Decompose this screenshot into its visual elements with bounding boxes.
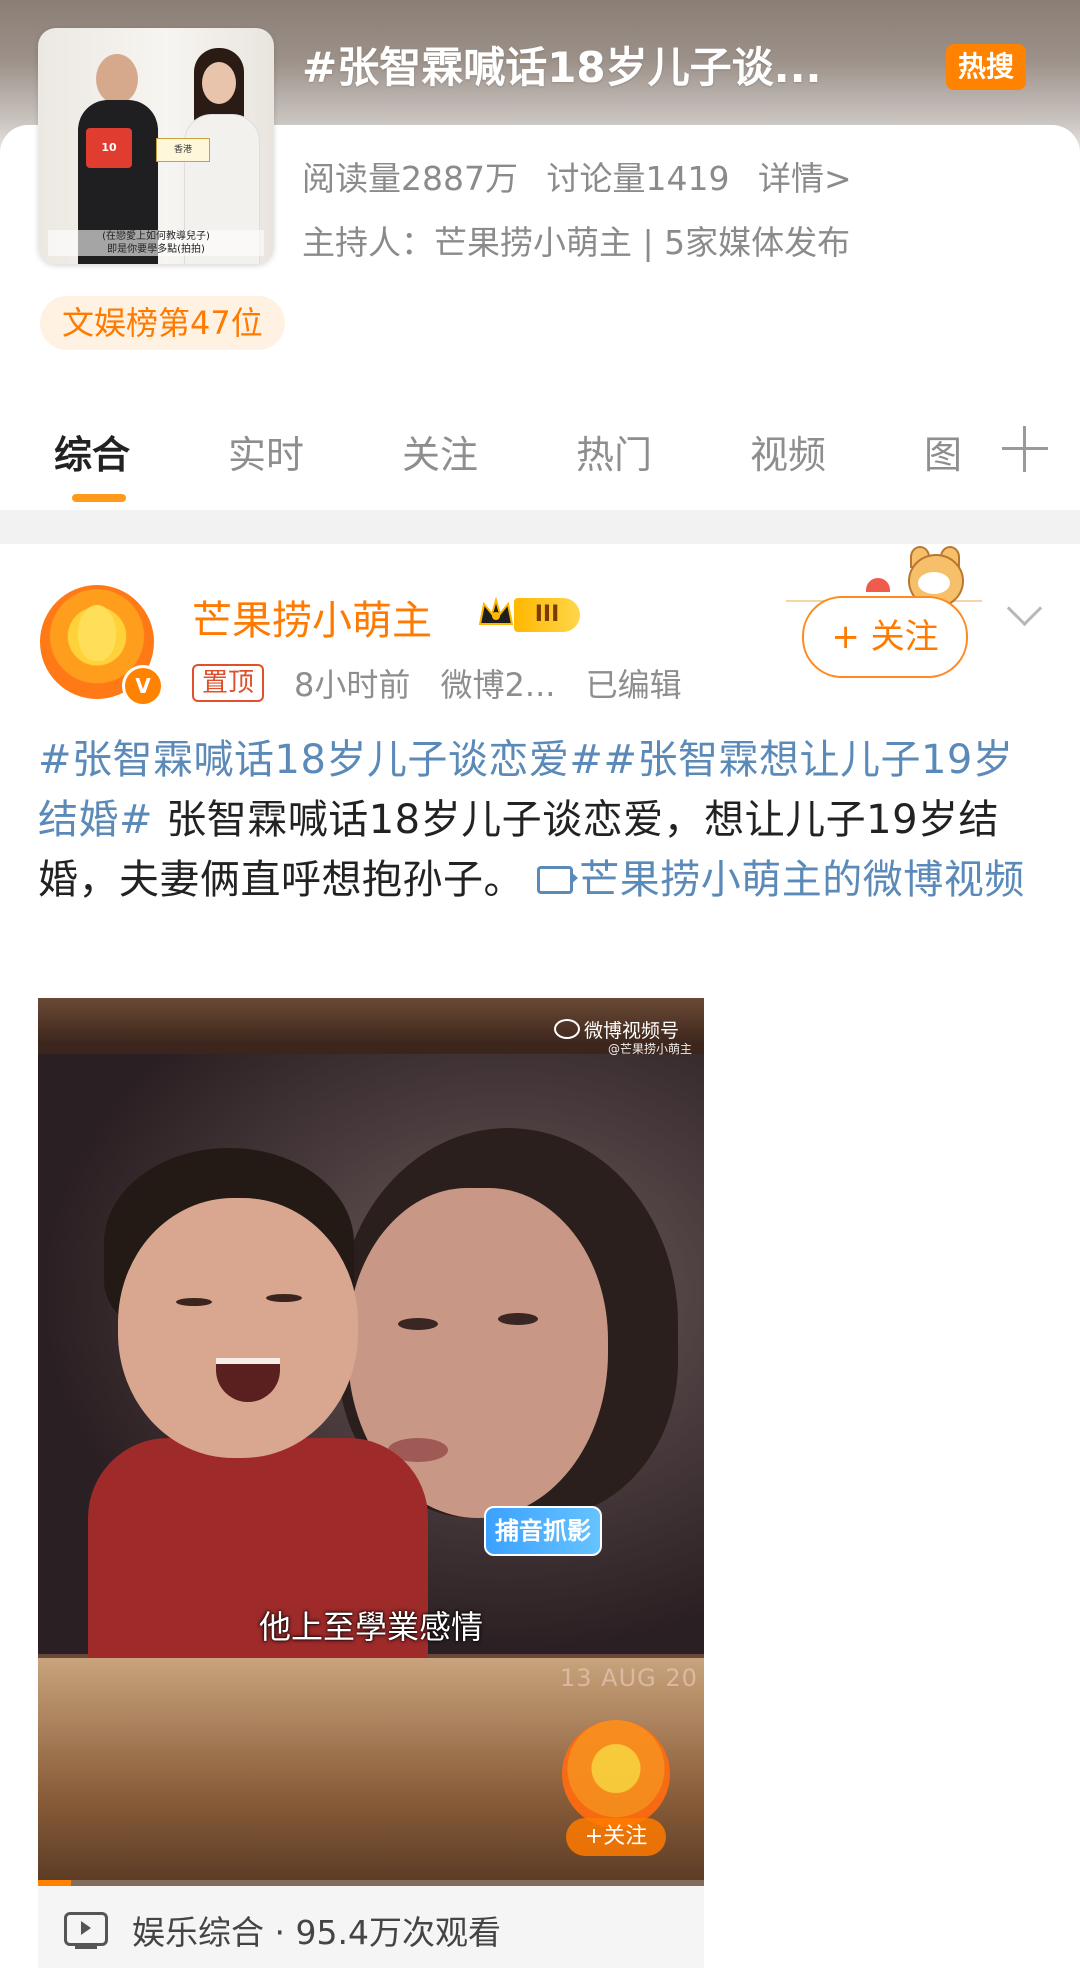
post-time: 8小时前 (294, 666, 411, 704)
video-child-eye (266, 1294, 302, 1302)
tab-fade (960, 410, 1000, 508)
user-avatar[interactable]: V (40, 585, 164, 707)
topic-stats: 阅读量2887万 讨论量1419 详情> (302, 152, 870, 200)
tab-comprehensive[interactable]: 综合 (54, 424, 130, 479)
photo-date-stamp: 13 AUG 20 (560, 1664, 698, 1692)
video-link[interactable]: 芒果捞小萌主的微博视频 (537, 857, 1025, 903)
details-link[interactable]: 详情> (758, 159, 852, 198)
pinned-badge: 置顶 (192, 664, 265, 702)
weibo-logo-icon (554, 1019, 580, 1039)
follow-button[interactable]: + 关注 (802, 596, 968, 678)
post-meta: 8小时前 微博2... 已编辑 (294, 660, 702, 706)
edited-label[interactable]: 已编辑 (586, 666, 682, 704)
topic-title: #张智霖喊话18岁儿子谈... (302, 43, 822, 92)
post-source: 微博2... (440, 666, 556, 704)
video-subtitle: 他上至學業感情 (258, 1608, 483, 1646)
add-tab-plus-icon[interactable] (1002, 426, 1048, 472)
video-category: 娱乐综合 (132, 1913, 264, 1952)
video-views: · 95.4万次观看 (274, 1913, 501, 1952)
crown-icon (478, 596, 514, 625)
video-child-face (118, 1198, 358, 1458)
tab-images[interactable]: 图 (924, 424, 962, 479)
video-child-eye (176, 1298, 212, 1306)
active-tab-indicator (72, 494, 126, 502)
topic-host[interactable]: 主持人：芒果捞小萌主 | 5家媒体发布 (302, 216, 850, 264)
post-username[interactable]: 芒果捞小萌主 (192, 588, 432, 646)
video-woman-eye (498, 1313, 538, 1325)
hot-search-badge: 热搜 (946, 44, 1026, 90)
video-info-bar[interactable]: 娱乐综合 · 95.4万次观看 (38, 1886, 704, 1968)
video-info-text: 娱乐综合 · 95.4万次观看 (132, 1906, 501, 1954)
tab-popular[interactable]: 热门 (576, 424, 652, 479)
video-follow-button[interactable]: +关注 (566, 1818, 666, 1856)
cover-microphone-flag: 10 (86, 128, 132, 168)
tv-play-icon (64, 1912, 108, 1949)
video-camera-icon (537, 866, 579, 894)
read-count: 阅读量2887万 (302, 159, 518, 198)
video-author-avatar[interactable] (562, 1720, 670, 1828)
video-watermark: 微博视频号 (554, 1016, 679, 1043)
hashtag-link[interactable]: #张智霖喊话18岁儿子谈恋爱# (38, 737, 603, 783)
video-watermark-sub: @芒果捞小萌主 (608, 1042, 693, 1056)
discussion-count: 讨论量1419 (546, 159, 730, 198)
tab-following[interactable]: 关注 (402, 424, 478, 479)
mango-mascot-icon (78, 605, 116, 661)
post-text: #张智霖喊话18岁儿子谈恋爱##张智霖想让儿子19岁结婚# 张智霖喊话18岁儿子… (38, 730, 1048, 910)
cover-microphone-flag-2: 香港 (156, 138, 210, 162)
cover-caption: (在戀愛上如何教導兒子) 即是你要學多點(拍拍) (48, 230, 264, 256)
tab-realtime[interactable]: 实时 (228, 424, 304, 479)
topic-cover-image[interactable]: 10 香港 (在戀愛上如何教導兒子) 即是你要學多點(拍拍) (38, 28, 274, 264)
video-player[interactable]: 13 AUG 20 微博视频号 @芒果捞小萌主 捕音抓影 他上至學業感情 +关注 (38, 998, 704, 1886)
video-link-label: 芒果捞小萌主的微博视频 (579, 857, 1025, 903)
video-woman-eye (398, 1318, 438, 1330)
section-divider (0, 510, 1080, 544)
tab-video[interactable]: 视频 (750, 424, 826, 479)
tab-bar: 综合 实时 关注 热门 视频 图 (0, 410, 1080, 508)
member-level-badge: III (514, 598, 580, 632)
chevron-down-icon[interactable] (1006, 590, 1043, 627)
watermelon-icon (866, 578, 890, 592)
video-watermark-label: 微博视频号 (584, 1020, 680, 1042)
rank-badge[interactable]: 文娱榜第47位 (40, 296, 285, 350)
verified-badge-icon: V (122, 665, 164, 707)
video-sticker: 捕音抓影 (484, 1506, 602, 1556)
